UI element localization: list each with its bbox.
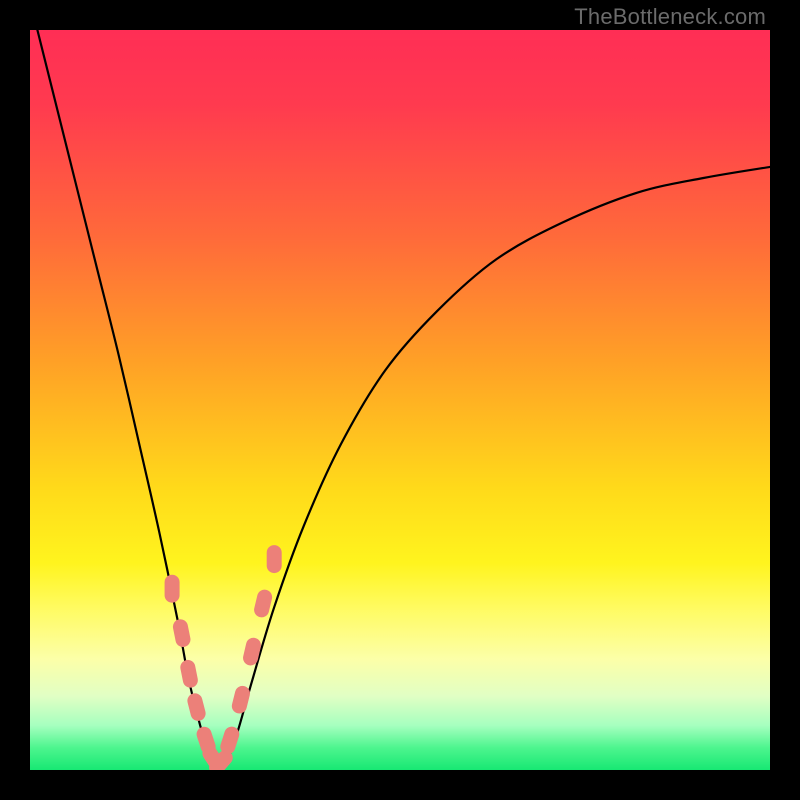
- curve-layer: [30, 30, 770, 770]
- marker-point: [242, 636, 263, 667]
- plot-area: [30, 30, 770, 770]
- bottleneck-curve: [37, 30, 770, 770]
- marker-point: [267, 545, 282, 573]
- marker-point: [253, 588, 274, 619]
- outer-frame: TheBottleneck.com: [0, 0, 800, 800]
- marker-group: [165, 545, 282, 770]
- marker-point: [165, 575, 180, 603]
- marker-point: [186, 692, 207, 723]
- marker-point: [179, 659, 199, 689]
- marker-point: [230, 684, 251, 715]
- marker-point: [172, 618, 192, 648]
- watermark-text: TheBottleneck.com: [574, 4, 766, 30]
